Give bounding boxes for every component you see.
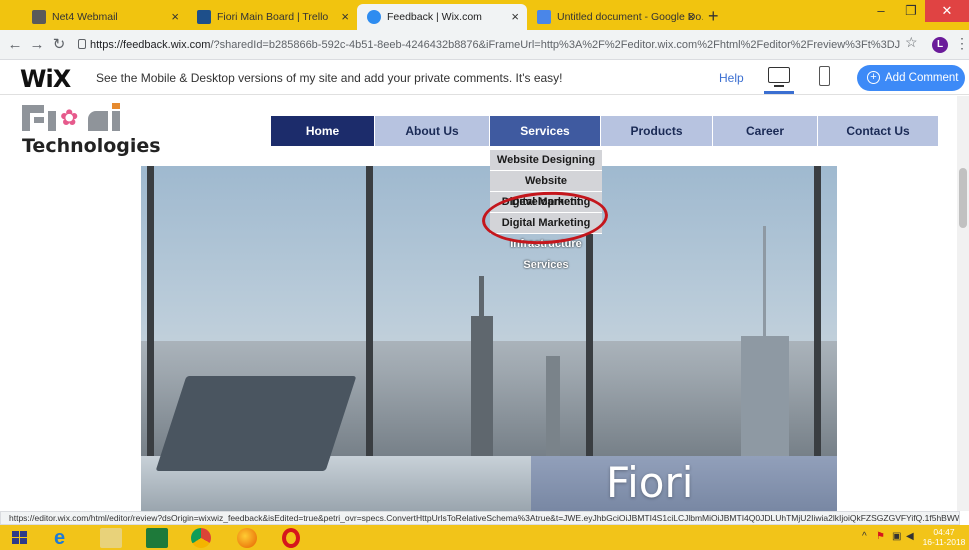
docs-favicon-icon [537,10,551,24]
site-preview: ✿ Technologies Home About Us Services Pr… [0,96,969,511]
tower-building [546,356,560,466]
add-comment-label: Add Comment [885,72,959,84]
spire [479,276,484,320]
windows-start-icon[interactable] [10,528,32,548]
nav-career[interactable]: Career [713,116,818,146]
url-path: /?sharedId=b285866b-592c-4b51-8eeb-42464… [210,39,900,51]
tab-trello[interactable]: Fiori Main Board | Trello × [187,4,357,30]
flag-icon[interactable]: ⚑ [876,531,885,542]
browser-toolbar: ← → ↻ https://feedback.wix.com/?sharedId… [0,30,969,60]
nav-contact-us[interactable]: Contact Us [818,116,939,146]
close-tab-icon[interactable]: × [341,4,349,30]
tab-google-docs[interactable]: Untitled document - Google Do… × [527,4,703,30]
glass-building [741,336,789,466]
store-icon[interactable] [146,528,168,548]
firefox-icon[interactable] [237,528,257,548]
nav-services[interactable]: Services [490,116,601,146]
tray-expand-icon[interactable]: ^ [862,531,867,542]
opera-icon[interactable] [282,528,300,548]
scrollbar-thumb[interactable] [959,168,967,228]
fiori-logo-mark: ✿ [22,103,132,131]
tab-title: Net4 Webmail [52,11,118,23]
clock-time: 04:47 [933,527,955,537]
reload-icon[interactable]: ↻ [48,34,70,56]
wix-feedback-bar: WiX See the Mobile & Desktop versions of… [0,61,969,95]
tab-wix-feedback[interactable]: Feedback | Wix.com × [357,4,527,30]
file-explorer-icon[interactable] [100,528,122,548]
address-bar[interactable]: https://feedback.wix.com/?sharedId=b2858… [90,34,900,56]
tab-title: Feedback | Wix.com [387,11,482,23]
tab-title: Fiori Main Board | Trello [217,11,329,23]
back-icon[interactable]: ← [4,34,26,56]
clock-date: 16-11-2018 [922,537,966,547]
lock-icon [78,39,86,49]
logo-word: Technologies [22,135,161,157]
close-window-icon[interactable]: ✕ [925,0,969,22]
page-scrollbar[interactable] [957,96,969,511]
plus-circle-icon: + [867,71,880,84]
laptop-image [155,376,357,471]
browser-tab-strip: Net4 Webmail × Fiori Main Board | Trello… [0,0,969,30]
tab-net4-webmail[interactable]: Net4 Webmail × [22,4,187,30]
nav-products[interactable]: Products [601,116,713,146]
link-status-bar: https://editor.wix.com/html/editor/revie… [0,511,960,525]
taskbar-clock[interactable]: 04:47 16-11-2018 [920,527,968,547]
dropdown-item-website-development[interactable]: Website Development [490,171,602,208]
selected-view-indicator [764,91,794,94]
desktop-view-icon[interactable] [768,67,790,87]
wix-favicon-icon [367,10,381,24]
webmail-favicon-icon [32,10,46,24]
close-tab-icon[interactable]: × [171,4,179,30]
nav-home[interactable]: Home [271,116,375,146]
new-tab-button[interactable]: + [708,4,719,28]
close-tab-icon[interactable]: × [511,4,519,30]
maximize-icon[interactable]: ❐ [896,0,926,22]
volume-icon[interactable]: ◀ [906,531,914,542]
trello-favicon-icon [197,10,211,24]
mobile-view-icon[interactable] [819,66,830,86]
profile-avatar[interactable]: L [932,37,948,53]
wix-logo: WiX [20,65,71,93]
dropdown-item-website-designing[interactable]: Website Designing [490,150,602,171]
windows-taskbar: e ^ ⚑ ▣ ◀ [0,525,969,550]
bookmark-star-icon[interactable]: ☆ [905,34,918,51]
tab-title: Untitled document - Google Do… [557,11,703,23]
forward-icon[interactable]: → [26,34,48,56]
network-icon[interactable]: ▣ [892,531,901,542]
internet-explorer-icon[interactable]: e [54,528,76,548]
skyscraper [471,316,493,466]
flower-icon: ✿ [60,105,79,130]
minimize-icon[interactable]: – [866,0,896,22]
fiori-logo[interactable]: ✿ Technologies [22,103,161,157]
help-link[interactable]: Help [719,71,744,85]
antenna [763,226,766,338]
url-host: https://feedback.wix.com [90,39,211,51]
hero-title: Fiori [606,458,694,507]
dot-icon [112,103,120,109]
close-tab-icon[interactable]: × [687,4,695,30]
wix-message: See the Mobile & Desktop versions of my … [96,71,563,85]
nav-about-us[interactable]: About Us [375,116,490,146]
chrome-icon[interactable] [191,528,211,548]
browser-menu-icon[interactable]: ⋮ [955,35,969,52]
site-nav: Home About Us Services Products Career C… [271,116,939,146]
add-comment-button[interactable]: + Add Comment [857,65,965,91]
